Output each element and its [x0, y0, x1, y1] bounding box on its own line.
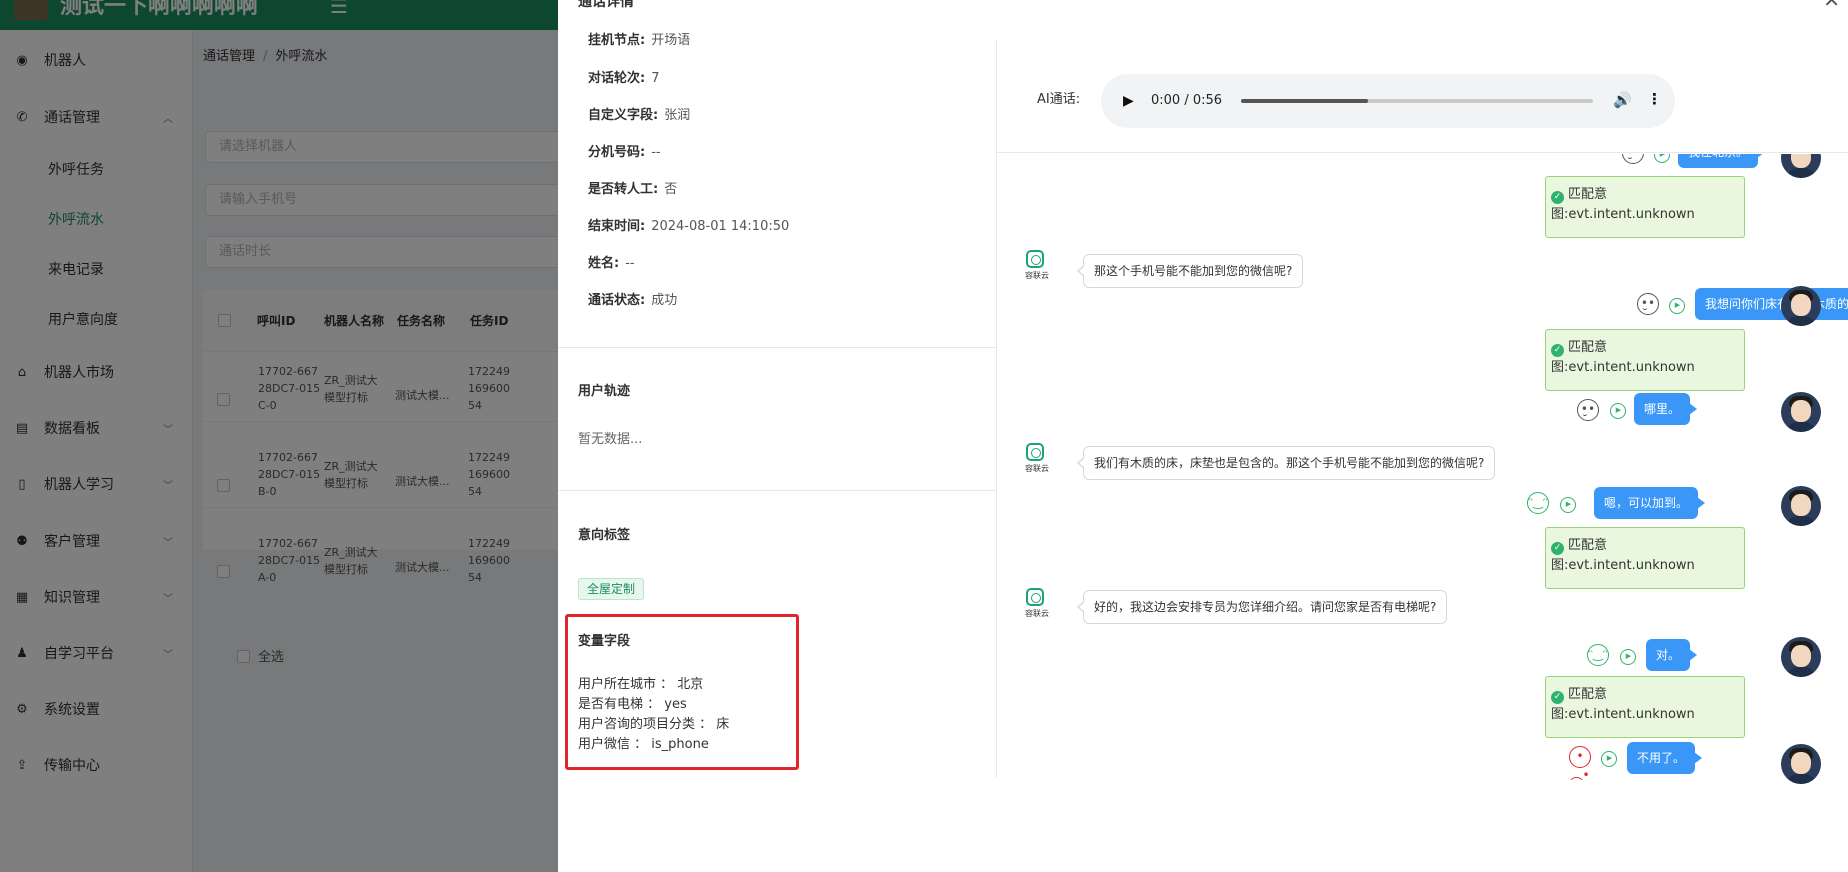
intent-match-box: ✓ 匹配意 图:evt.intent.unknown: [1545, 676, 1745, 738]
user-avatar: [1781, 154, 1821, 178]
variable-row: 是否有电梯 ： yes: [578, 697, 687, 712]
variables-title: 变量字段: [578, 634, 631, 649]
play-audio-icon[interactable]: ▶: [1601, 751, 1617, 767]
bot-avatar: 容联云: [1015, 441, 1055, 481]
variable-row: 用户所在城市 ： 北京: [578, 677, 704, 692]
bot-message: 好的，我这边会安排专员为您详细介绍。请问您家是否有电梯呢?: [1076, 590, 1448, 624]
info-extension: 分机号码: --: [588, 145, 661, 160]
check-icon: ✓: [1551, 344, 1564, 357]
play-audio-icon[interactable]: ▶: [1620, 649, 1636, 665]
close-icon[interactable]: ✕: [1823, 0, 1840, 10]
user-avatar: [1781, 744, 1821, 784]
bot-message: 我们有木质的床，床垫也是包含的。那这个手机号能不能加到您的微信呢?: [1076, 446, 1496, 480]
user-message: 不用了。: [1627, 742, 1703, 774]
intent-tag: 全屋定制: [578, 578, 645, 600]
user-message: 我在北京。: [1678, 154, 1766, 168]
drawer-header: 通话详情 ✕: [558, 0, 1848, 22]
audio-progress-fill: [1241, 99, 1368, 103]
check-icon: ✓: [1551, 691, 1564, 704]
user-message: 嗯，可以加到。: [1594, 487, 1706, 519]
chat-transcript: •̮• ▶ 我在北京。 ✓匹配意图:evt.intent.unknown 容联云…: [997, 154, 1848, 872]
audio-player[interactable]: ▶ 0:00 / 0:56 🔊 ⋮: [1101, 74, 1675, 128]
info-end-time: 结束时间: 2024-08-01 14:10:50: [588, 219, 790, 234]
bot-message: 那这个手机号能不能加到您的微信呢?: [1076, 254, 1304, 288]
drawer-title: 通话详情: [578, 0, 634, 10]
user-message: 对。: [1646, 639, 1698, 671]
bot-avatar: 容联云: [1015, 248, 1055, 288]
check-icon: ✓: [1551, 542, 1564, 555]
positive-emotion-icon: ᵔ‿ᵔ: [1527, 492, 1549, 514]
info-transfer-human: 是否转人工: 否: [588, 182, 678, 197]
play-audio-icon[interactable]: ▶: [1560, 497, 1576, 513]
audio-row: AI通话: ▶ 0:00 / 0:56 🔊 ⋮: [997, 62, 1848, 132]
neutral-emotion-icon: •̮•: [1637, 293, 1659, 315]
negative-emotion-icon: •︵•: [1569, 746, 1591, 782]
user-avatar: [1781, 486, 1821, 526]
positive-emotion-icon: ᵔ‿ᵔ: [1587, 644, 1609, 666]
intent-match-box: ✓ 匹配意 图:evt.intent.unknown: [1545, 329, 1745, 391]
volume-icon[interactable]: 🔊: [1613, 90, 1632, 110]
neutral-emotion-icon: •̮•: [1622, 154, 1644, 164]
user-avatar: [1781, 286, 1821, 326]
intent-tags-title: 意向标签: [578, 528, 631, 543]
info-hangup-node: 挂机节点: 开场语: [588, 33, 691, 48]
variable-row: 用户咨询的项目分类 ： 床: [578, 717, 730, 732]
audio-progress-slider[interactable]: [1241, 99, 1593, 103]
info-call-status: 通话状态: 成功: [588, 293, 678, 308]
user-track-empty: 暂无数据...: [578, 432, 643, 447]
bot-logo-icon: [1026, 443, 1044, 461]
audio-label: AI通话:: [1037, 92, 1081, 107]
check-icon: ✓: [1551, 191, 1564, 204]
bot-logo-icon: [1026, 250, 1044, 268]
play-icon[interactable]: ▶: [1123, 91, 1134, 111]
info-custom-field: 自定义字段: 张润: [588, 108, 691, 123]
call-detail-drawer: 通话详情 ✕ 挂机节点: 开场语 对话轮次: 7 自定义字段: 张润 分机号码: -- …: [558, 0, 1848, 872]
intent-match-box: ✓ 匹配意 图:evt.intent.unknown: [1545, 527, 1745, 589]
play-audio-icon[interactable]: ▶: [1669, 298, 1685, 314]
bot-avatar: 容联云: [1015, 586, 1055, 626]
play-audio-icon[interactable]: ▶: [1654, 154, 1670, 163]
variable-row: 用户微信 ： is_phone: [578, 737, 709, 752]
neutral-emotion-icon: •̮•: [1577, 399, 1599, 421]
user-track-title: 用户轨迹: [578, 384, 631, 399]
audio-time: 0:00 / 0:56: [1151, 93, 1223, 108]
info-dialog-rounds: 对话轮次: 7: [588, 71, 660, 86]
user-message: 哪里。: [1634, 393, 1698, 425]
info-name: 姓名: --: [588, 256, 635, 271]
conversation-panel: AI通话: ▶ 0:00 / 0:56 🔊 ⋮ •̮• ▶ 我在北京。 ✓匹配意…: [997, 22, 1848, 872]
user-message: 我想问你们床有没有木质的床？另外床垫包不包?: [1695, 288, 1848, 320]
play-audio-icon[interactable]: ▶: [1610, 403, 1626, 419]
user-avatar: [1781, 637, 1821, 677]
bot-logo-icon: [1026, 588, 1044, 606]
intent-match-box: ✓ 匹配意 图:evt.intent.unknown: [1545, 176, 1745, 238]
user-avatar: [1781, 392, 1821, 432]
more-options-icon[interactable]: ⋮: [1647, 89, 1662, 109]
